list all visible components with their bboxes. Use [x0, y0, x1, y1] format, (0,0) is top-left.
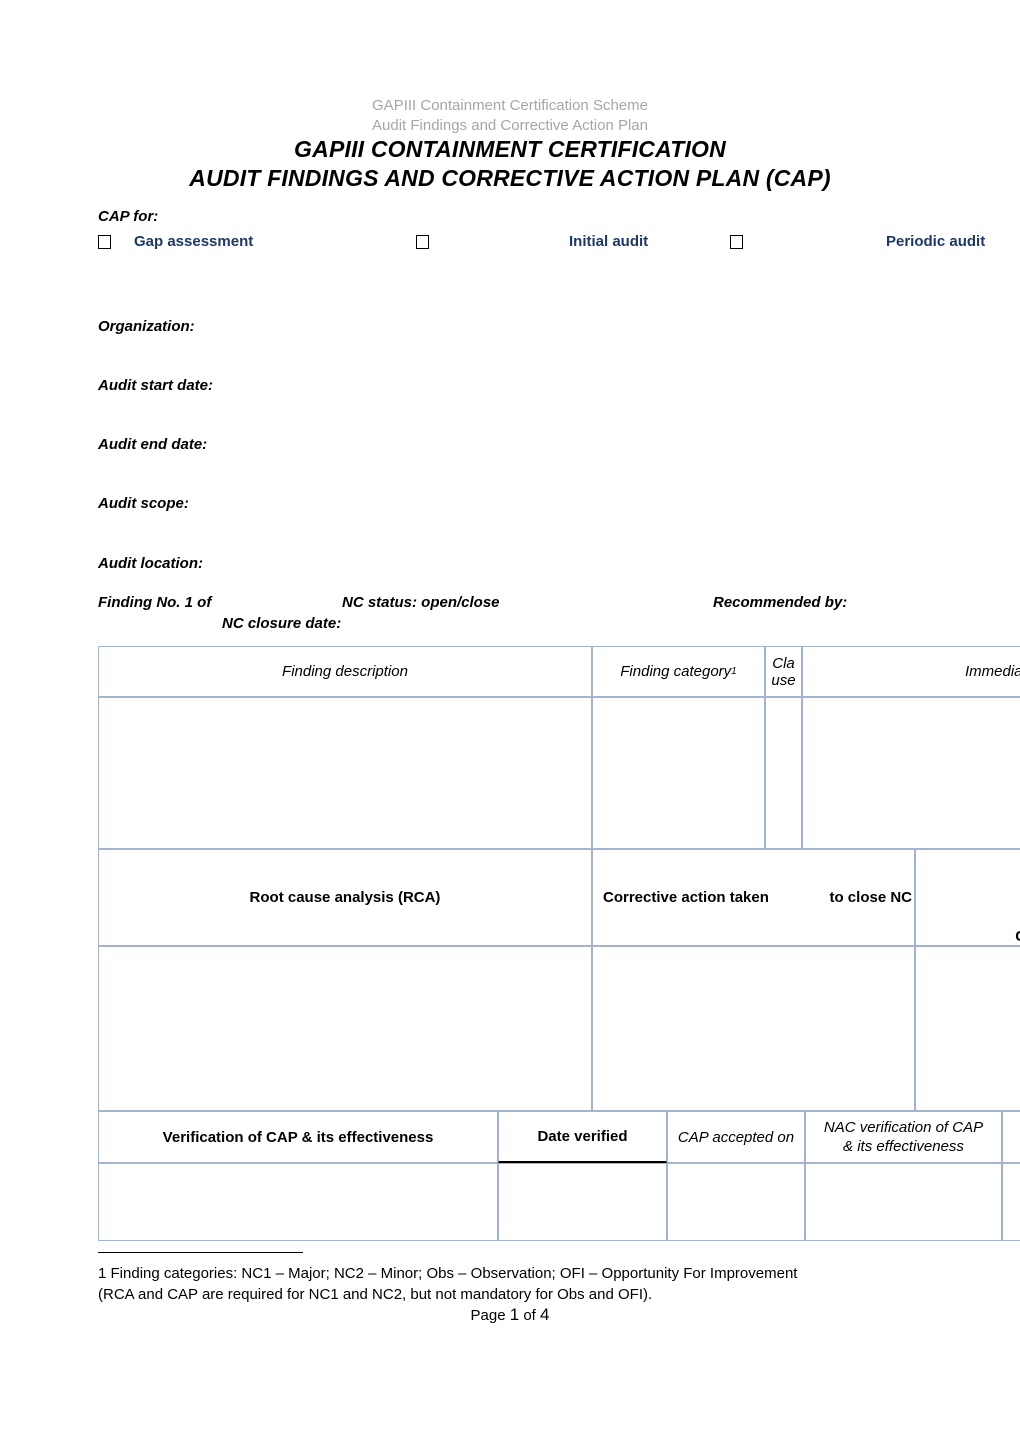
input-nac-verification[interactable]: [805, 1163, 1002, 1241]
cap-for-label: CAP for:: [98, 208, 159, 225]
page-title-line1: GAPIII CONTAINMENT CERTIFICATION: [294, 136, 726, 162]
checkbox-periodic-audit[interactable]: [730, 235, 743, 249]
th-nac-verification: NAC verification of CAP & its effectiven…: [805, 1111, 1002, 1163]
input-cap-accepted-on[interactable]: [667, 1163, 805, 1241]
running-header-line2: Audit Findings and Corrective Action Pla…: [372, 117, 648, 134]
footnote-line2: (RCA and CAP are required for NC1 and NC…: [98, 1286, 653, 1303]
input-nac-verification-overflow[interactable]: [1002, 1163, 1020, 1241]
checkbox-initial-audit[interactable]: [416, 235, 429, 249]
th-date-verified: Date verified: [498, 1111, 667, 1163]
checkbox-gap-assessment[interactable]: [98, 235, 111, 249]
running-header-line1: GAPIII Containment Certification Scheme: [372, 97, 648, 114]
page-footer-total: 4: [540, 1305, 550, 1324]
footnote-separator: [98, 1252, 303, 1253]
th-root-cause-analysis: Root cause analysis (RCA): [98, 849, 592, 946]
recommended-by-label: Recommended by:: [713, 594, 848, 611]
checkbox-label-gap-assessment: Gap assessment: [134, 233, 254, 250]
th-immediate-correction: Immediate: [802, 646, 1020, 697]
input-clause[interactable]: [765, 697, 802, 849]
field-label-organization: Organization:: [98, 318, 195, 335]
input-finding-category[interactable]: [592, 697, 765, 849]
field-label-audit-scope: Audit scope:: [98, 495, 189, 512]
page-footer-prefix: Page: [470, 1307, 510, 1324]
th-nac-verification-overflow: [1002, 1111, 1020, 1163]
th-verification-of-cap-text: Verification of CAP & its effectiveness: [162, 1128, 434, 1146]
th-clause-line2: use: [771, 671, 796, 689]
cap-for-options: Gap assessment Initial audit Periodic au…: [98, 233, 1008, 257]
th-completion-date: Completion: [915, 849, 1020, 946]
input-immediate-correction[interactable]: [802, 697, 1020, 849]
th-corrective-action-text: Corrective action taken: [603, 889, 769, 906]
input-corrective-action[interactable]: [592, 946, 915, 1111]
th-verification-of-cap: Verification of CAP & its effectiveness: [98, 1111, 498, 1163]
th-nac-verification-line2: & its effectiveness: [843, 1138, 964, 1155]
th-cap-accepted-on-text: CAP accepted on: [677, 1128, 795, 1146]
checkbox-label-periodic-audit: Periodic audit: [886, 233, 986, 250]
field-label-audit-end-date: Audit end date:: [98, 436, 208, 453]
nc-closure-date-label: NC closure date:: [222, 615, 342, 632]
checkbox-label-initial-audit: Initial audit: [569, 233, 649, 250]
th-cap-accepted-on: CAP accepted on: [667, 1111, 805, 1163]
page-title-line2: AUDIT FINDINGS AND CORRECTIVE ACTION PLA…: [189, 165, 831, 191]
th-finding-description-text: Finding description: [282, 663, 408, 680]
th-finding-description: Finding description: [98, 646, 592, 697]
field-label-audit-location: Audit location:: [98, 555, 203, 572]
th-finding-category-footnote-marker: 1: [731, 666, 737, 677]
th-root-cause-analysis-text: Root cause analysis (RCA): [249, 889, 441, 906]
th-date-verified-text: Date verified: [537, 1128, 628, 1145]
page-footer: Page 1 of 4: [0, 1305, 1020, 1325]
page-footer-current: 1: [509, 1305, 520, 1324]
input-verification-of-cap[interactable]: [98, 1163, 498, 1241]
th-finding-category: Finding category 1: [592, 646, 765, 697]
input-date-verified[interactable]: [498, 1163, 667, 1241]
input-finding-description[interactable]: [98, 697, 592, 849]
th-corrective-action: Corrective action taken to close NC: [592, 849, 915, 946]
th-immediate-correction-text: Immediate: [964, 663, 1020, 680]
th-clause-line1: Cla: [772, 654, 795, 672]
footnote-line1: 1 Finding categories: NC1 – Major; NC2 –…: [98, 1265, 798, 1282]
field-label-audit-start-date: Audit start date:: [98, 377, 214, 394]
finding-number-label: Finding No. 1 of: [98, 594, 212, 611]
page-footer-of: of: [519, 1307, 541, 1324]
th-finding-category-text: Finding category: [620, 663, 732, 680]
th-corrective-action-cont-text: to close NC: [829, 889, 912, 906]
nc-status-label: NC status: open/close: [342, 594, 500, 611]
input-completion-date[interactable]: [915, 946, 1020, 1111]
th-nac-verification-line1: NAC verification of CAP: [823, 1119, 984, 1136]
th-completion-date-text: Completion: [916, 850, 1020, 949]
running-header: GAPIII Containment Certification Scheme …: [0, 96, 1020, 136]
th-clause: Cla use: [765, 646, 802, 697]
document-page: GAPIII Containment Certification Scheme …: [0, 0, 1020, 1443]
input-root-cause-analysis[interactable]: [98, 946, 592, 1111]
